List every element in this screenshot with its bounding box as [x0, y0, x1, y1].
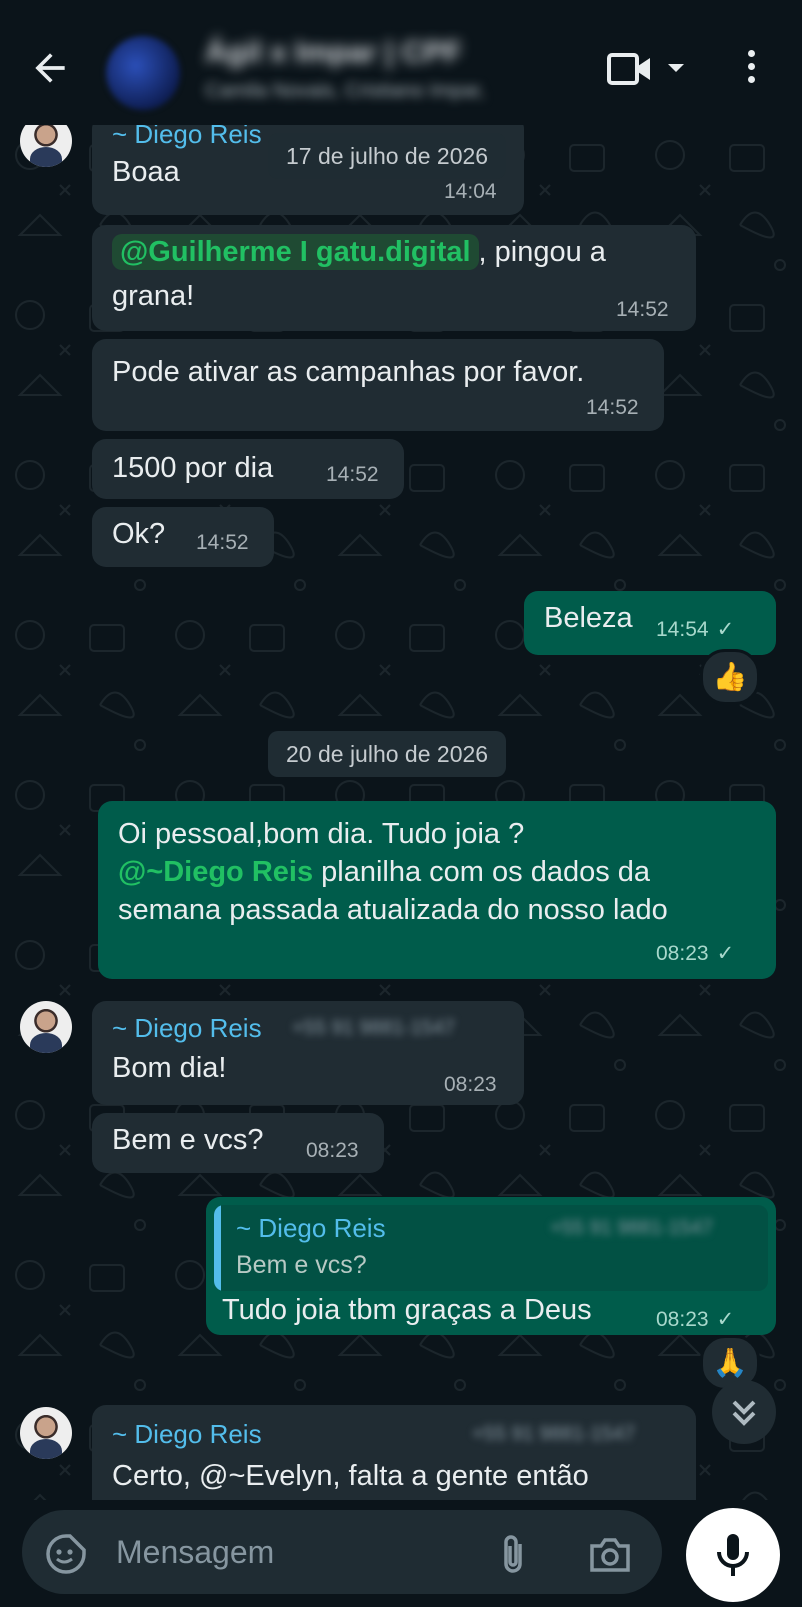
message-text-line1: Oi pessoal,bom dia. Tudo joia ?: [118, 818, 525, 850]
sender-phone: +55 91 9881-1547: [472, 1423, 635, 1445]
date-badge: 17 de julho de 2026: [268, 133, 507, 179]
voice-message-button[interactable]: [686, 1508, 780, 1602]
message-time: 14:54 ✓: [656, 617, 734, 642]
message-bubble[interactable]: ~ Diego Reis +55 91 9881-1547 Certo, @~E…: [92, 1405, 696, 1500]
group-name[interactable]: Ágil x Impar | CPF: [205, 36, 462, 70]
message-bubble[interactable]: Ok? 14:52: [92, 507, 274, 567]
avatar[interactable]: [20, 1001, 72, 1053]
message-text-line3: semana passada atualizada do nosso lado: [118, 894, 668, 926]
time-value: 14:54: [656, 618, 709, 641]
message-time: 08:23: [444, 1073, 497, 1096]
scroll-down-icon: [732, 1400, 756, 1426]
sender-name[interactable]: ~ Diego Reis: [112, 1013, 262, 1044]
group-participants[interactable]: Camila Novais, Cristiano Impar,: [205, 80, 485, 103]
back-arrow-icon[interactable]: [28, 46, 72, 90]
group-avatar[interactable]: [106, 36, 180, 110]
read-check-icon: ✓: [716, 1308, 735, 1331]
sticker-icon[interactable]: [44, 1532, 88, 1576]
quote-bar: [214, 1205, 221, 1291]
message-bubble[interactable]: Bem e vcs? 08:23: [92, 1113, 384, 1173]
message-text: @Guilherme I gatu.digital, pingou a: [112, 233, 606, 271]
message-text: Bom dia!: [112, 1052, 227, 1084]
message-time: 08:23 ✓: [656, 941, 734, 966]
dropdown-caret-icon[interactable]: [668, 64, 684, 72]
message-text-after: , pingou a: [478, 236, 606, 268]
message-text-after: planilha com os dados da: [313, 856, 651, 888]
message-time: 08:23: [306, 1139, 359, 1162]
chat-header: Ágil x Impar | CPF Camila Novais, Cristi…: [0, 0, 802, 125]
time-value: 08:23: [656, 1308, 709, 1331]
message-text: Ok?: [112, 518, 166, 550]
message-text: Certo, @~Evelyn, falta a gente então: [112, 1460, 589, 1492]
message-text: Pode ativar as campanhas por favor.: [112, 356, 585, 388]
message-text-line2: @~Diego Reis planilha com os dados da: [118, 853, 650, 891]
message-bubble-outgoing[interactable]: Beleza 14:54 ✓: [524, 591, 776, 655]
quote-text: Bem e vcs?: [236, 1251, 367, 1279]
reaction-badge[interactable]: 👍: [700, 649, 760, 705]
message-bubble[interactable]: 1500 por dia 14:52: [92, 439, 404, 499]
message-bubble[interactable]: ~ Diego Reis +55 91 9881-1547 Bom dia! 0…: [92, 1001, 524, 1105]
sender-phone: +55 91 9881-1547: [292, 1017, 455, 1039]
mention[interactable]: @Guilherme I gatu.digital: [112, 234, 479, 270]
video-call-icon[interactable]: [607, 52, 653, 86]
quote-phone: +55 91 9881-1547: [550, 1217, 713, 1239]
message-bubble[interactable]: Pode ativar as campanhas por favor. 14:5…: [92, 339, 664, 431]
message-time: 14:04: [444, 180, 497, 203]
scroll-down-button[interactable]: [712, 1380, 776, 1444]
date-badge: 20 de julho de 2026: [268, 731, 507, 777]
message-placeholder: Mensagem: [116, 1534, 275, 1570]
mention[interactable]: @~Diego Reis: [118, 856, 313, 888]
attach-icon[interactable]: [498, 1532, 528, 1576]
sender-name[interactable]: ~ Diego Reis: [112, 1419, 262, 1450]
message-text: Bem e vcs?: [112, 1124, 264, 1156]
message-text-line2: grana!: [112, 280, 195, 312]
message-text: Beleza: [544, 602, 633, 634]
message-composer: Mensagem: [0, 1500, 802, 1600]
message-input[interactable]: Mensagem: [22, 1510, 662, 1594]
message-text: Tudo joia tbm graças a Deus: [222, 1294, 592, 1326]
avatar[interactable]: [20, 1407, 72, 1459]
quoted-message[interactable]: ~ Diego Reis +55 91 9881-1547 Bem e vcs?: [214, 1205, 768, 1291]
mic-icon: [717, 1534, 749, 1576]
quote-sender: ~ Diego Reis: [236, 1213, 386, 1243]
message-time: 14:52: [586, 396, 639, 419]
message-text: Boaa: [112, 156, 180, 188]
message-bubble-outgoing[interactable]: Oi pessoal,bom dia. Tudo joia ? @~Diego …: [98, 801, 776, 979]
more-options-icon[interactable]: [748, 50, 755, 89]
message-time: 08:23 ✓: [656, 1307, 734, 1332]
message-bubble[interactable]: @Guilherme I gatu.digital, pingou a gran…: [92, 225, 696, 331]
chat-area[interactable]: ~ Diego Reis Boaa 14:04 17 de julho de 2…: [0, 125, 802, 1500]
sender-name[interactable]: ~ Diego Reis: [112, 125, 262, 150]
read-check-icon: ✓: [716, 942, 735, 965]
time-value: 08:23: [656, 942, 709, 965]
camera-icon[interactable]: [588, 1534, 632, 1574]
read-check-icon: ✓: [716, 618, 735, 641]
message-time: 14:52: [196, 531, 249, 554]
message-bubble-outgoing[interactable]: ~ Diego Reis +55 91 9881-1547 Bem e vcs?…: [206, 1197, 776, 1335]
message-time: 14:52: [616, 298, 669, 321]
message-time: 14:52: [326, 463, 379, 486]
message-text: 1500 por dia: [112, 452, 274, 484]
